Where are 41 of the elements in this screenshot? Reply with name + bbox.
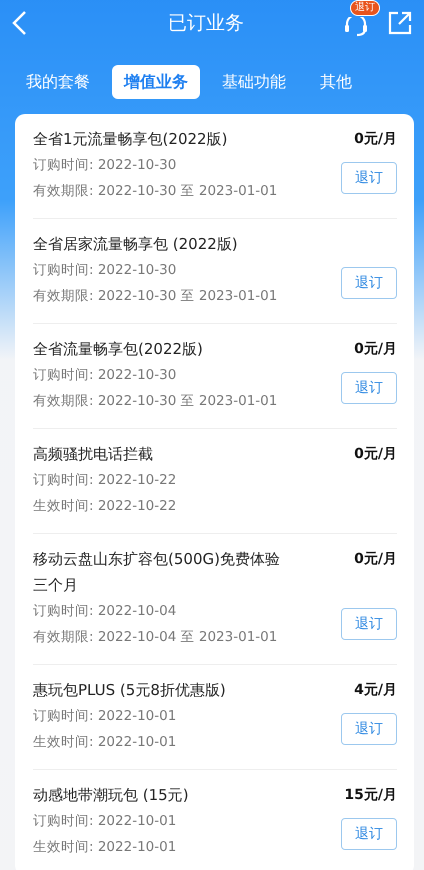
service-detail: 订购时间: 2022-10-22 bbox=[33, 471, 176, 490]
notification-badge: 退订 bbox=[350, 0, 380, 16]
unsubscribe-button[interactable]: 退订 bbox=[341, 372, 397, 404]
service-name: 全省流量畅享包(2022版) bbox=[33, 339, 203, 360]
service-detail: 订购时间: 2022-10-01 bbox=[33, 707, 176, 726]
service-price: 4元/月 bbox=[354, 681, 397, 700]
service-detail: 生效时间: 2022-10-22 bbox=[33, 497, 176, 516]
service-price: 0元/月 bbox=[354, 445, 397, 464]
service-detail: 生效时间: 2022-10-01 bbox=[33, 733, 176, 752]
service-price: 0元/月 bbox=[354, 340, 397, 359]
unsubscribe-button[interactable]: 退订 bbox=[341, 818, 397, 850]
service-detail: 有效期限: 2022-10-30 至 2023-01-01 bbox=[33, 287, 278, 306]
unsubscribe-button[interactable]: 退订 bbox=[341, 162, 397, 194]
unsubscribe-button[interactable]: 退订 bbox=[341, 608, 397, 640]
service-price: 15元/月 bbox=[344, 786, 397, 805]
service-name: 高频骚扰电话拦截 bbox=[33, 444, 153, 465]
service-detail: 生效时间: 2022-10-01 bbox=[33, 838, 176, 857]
service-detail: 有效期限: 2022-10-04 至 2023-01-01 bbox=[33, 628, 278, 647]
service-detail: 订购时间: 2022-10-30 bbox=[33, 261, 178, 280]
share-button[interactable] bbox=[388, 11, 412, 35]
service-name: 全省居家流量畅享包 (2022版) bbox=[33, 234, 238, 255]
headset-icon[interactable] bbox=[342, 17, 370, 37]
service-name: 惠玩包PLUS (5元8折优惠版) bbox=[33, 680, 226, 701]
service-name: 移动云盘山东扩容包(500G)免费体验三个月 bbox=[33, 549, 281, 596]
service-price: 0元/月 bbox=[354, 130, 397, 149]
unsubscribe-button[interactable]: 退订 bbox=[341, 267, 397, 299]
tab[interactable]: 我的套餐 bbox=[14, 65, 102, 99]
service-name: 全省1元流量畅享包(2022版) bbox=[33, 129, 228, 150]
service-name: 动感地带潮玩包 (15元) bbox=[33, 785, 189, 806]
service-detail: 有效期限: 2022-10-30 至 2023-01-01 bbox=[33, 392, 278, 411]
tab[interactable]: 基础功能 bbox=[210, 65, 298, 99]
unsubscribe-button[interactable]: 退订 bbox=[341, 713, 397, 745]
tab[interactable]: 增值业务 bbox=[112, 65, 200, 99]
service-detail: 订购时间: 2022-10-04 bbox=[33, 602, 178, 621]
service-detail: 有效期限: 2022-10-30 至 2023-01-01 bbox=[33, 182, 278, 201]
service-detail: 订购时间: 2022-10-30 bbox=[33, 366, 178, 385]
service-price: 0元/月 bbox=[354, 550, 397, 569]
page-title: 已订业务 bbox=[167, 11, 245, 36]
tab[interactable]: 其他 bbox=[308, 65, 364, 99]
service-detail: 订购时间: 2022-10-30 bbox=[33, 156, 178, 175]
service-detail: 订购时间: 2022-10-01 bbox=[33, 812, 176, 831]
